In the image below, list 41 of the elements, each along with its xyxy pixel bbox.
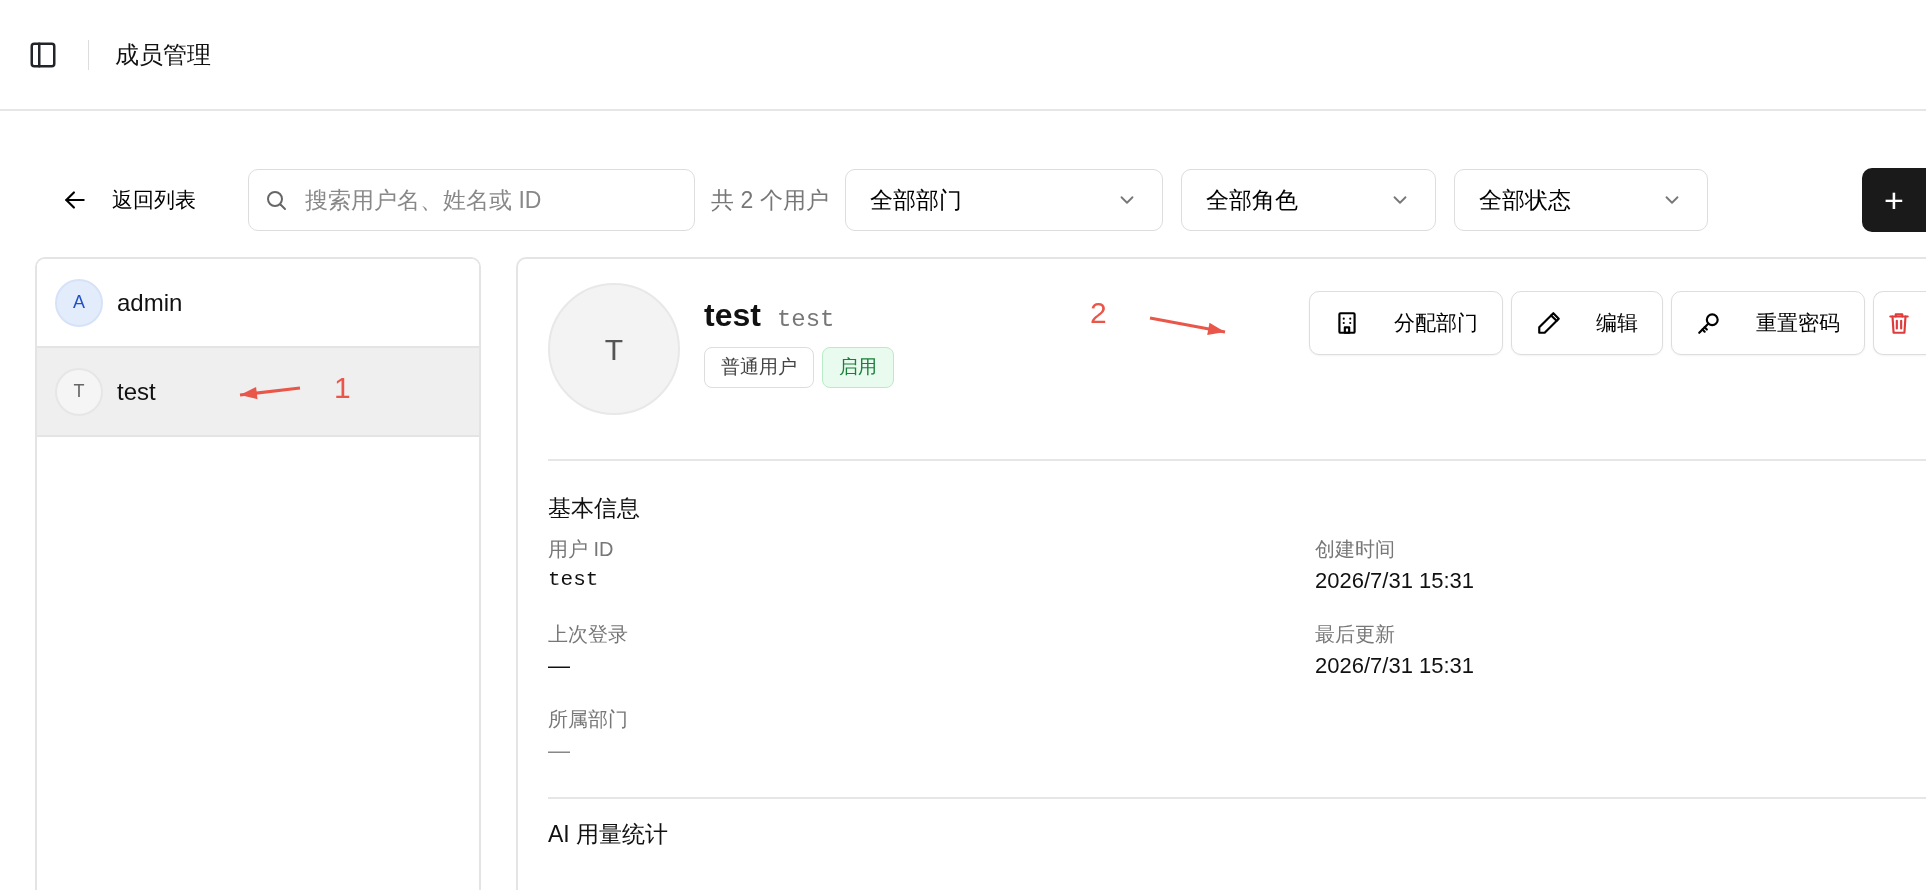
role-tag: 普通用户 bbox=[704, 347, 814, 388]
field-value: 2026/7/31 15:31 bbox=[1315, 566, 1476, 595]
action-button[interactable]: 重置密码 bbox=[1671, 291, 1865, 355]
trash-icon bbox=[1886, 310, 1912, 336]
annotation-number: 2 bbox=[1090, 295, 1107, 331]
field-label: 所属部门 bbox=[548, 706, 629, 732]
field-value: 2026/7/31 15:31 bbox=[1315, 651, 1476, 680]
status-tag: 启用 bbox=[822, 347, 894, 388]
add-button[interactable]: + bbox=[1862, 168, 1926, 232]
action-button[interactable]: 分配部门 bbox=[1309, 291, 1503, 355]
section-title: AI 用量统计 bbox=[548, 819, 670, 849]
user-name: admin bbox=[117, 287, 183, 318]
user-display-name: test bbox=[704, 296, 761, 335]
annotation-arrow bbox=[239, 386, 301, 400]
user-count: 共 2 个用户 bbox=[711, 185, 829, 215]
annotation-number: 1 bbox=[334, 370, 351, 406]
action-button[interactable]: 编辑 bbox=[1511, 291, 1663, 355]
key-icon bbox=[1696, 310, 1722, 336]
avatar-circle: T bbox=[55, 367, 103, 416]
page-title: 成员管理 bbox=[115, 39, 211, 70]
filter-dropdown[interactable]: 全部角色 bbox=[1180, 169, 1436, 231]
section-title: 基本信息 bbox=[548, 494, 641, 523]
field-label: 上次登录 bbox=[548, 621, 629, 647]
back-button[interactable]: 返回列表 bbox=[50, 174, 208, 226]
user-list-item[interactable]: A admin bbox=[37, 259, 479, 348]
delete-button[interactable] bbox=[1873, 291, 1926, 355]
username-text: test bbox=[776, 305, 835, 335]
pencil-icon bbox=[1536, 310, 1562, 336]
filter-dropdown[interactable]: 全部部门 bbox=[844, 169, 1163, 231]
search-field[interactable]: 搜索用户名、姓名或 ID bbox=[248, 169, 695, 231]
field-label: 创建时间 bbox=[1315, 536, 1396, 562]
user-name: test bbox=[117, 376, 156, 407]
field-value: test bbox=[548, 566, 600, 593]
filter-dropdown[interactable]: 全部状态 bbox=[1453, 169, 1708, 231]
field-label: 用户 ID bbox=[548, 536, 615, 562]
field-value: — bbox=[548, 651, 571, 680]
field-label: 最后更新 bbox=[1315, 621, 1396, 647]
field-value: — bbox=[548, 736, 571, 765]
avatar-circle: T bbox=[548, 283, 680, 415]
avatar-circle: A bbox=[55, 278, 103, 327]
search-icon bbox=[264, 188, 288, 212]
